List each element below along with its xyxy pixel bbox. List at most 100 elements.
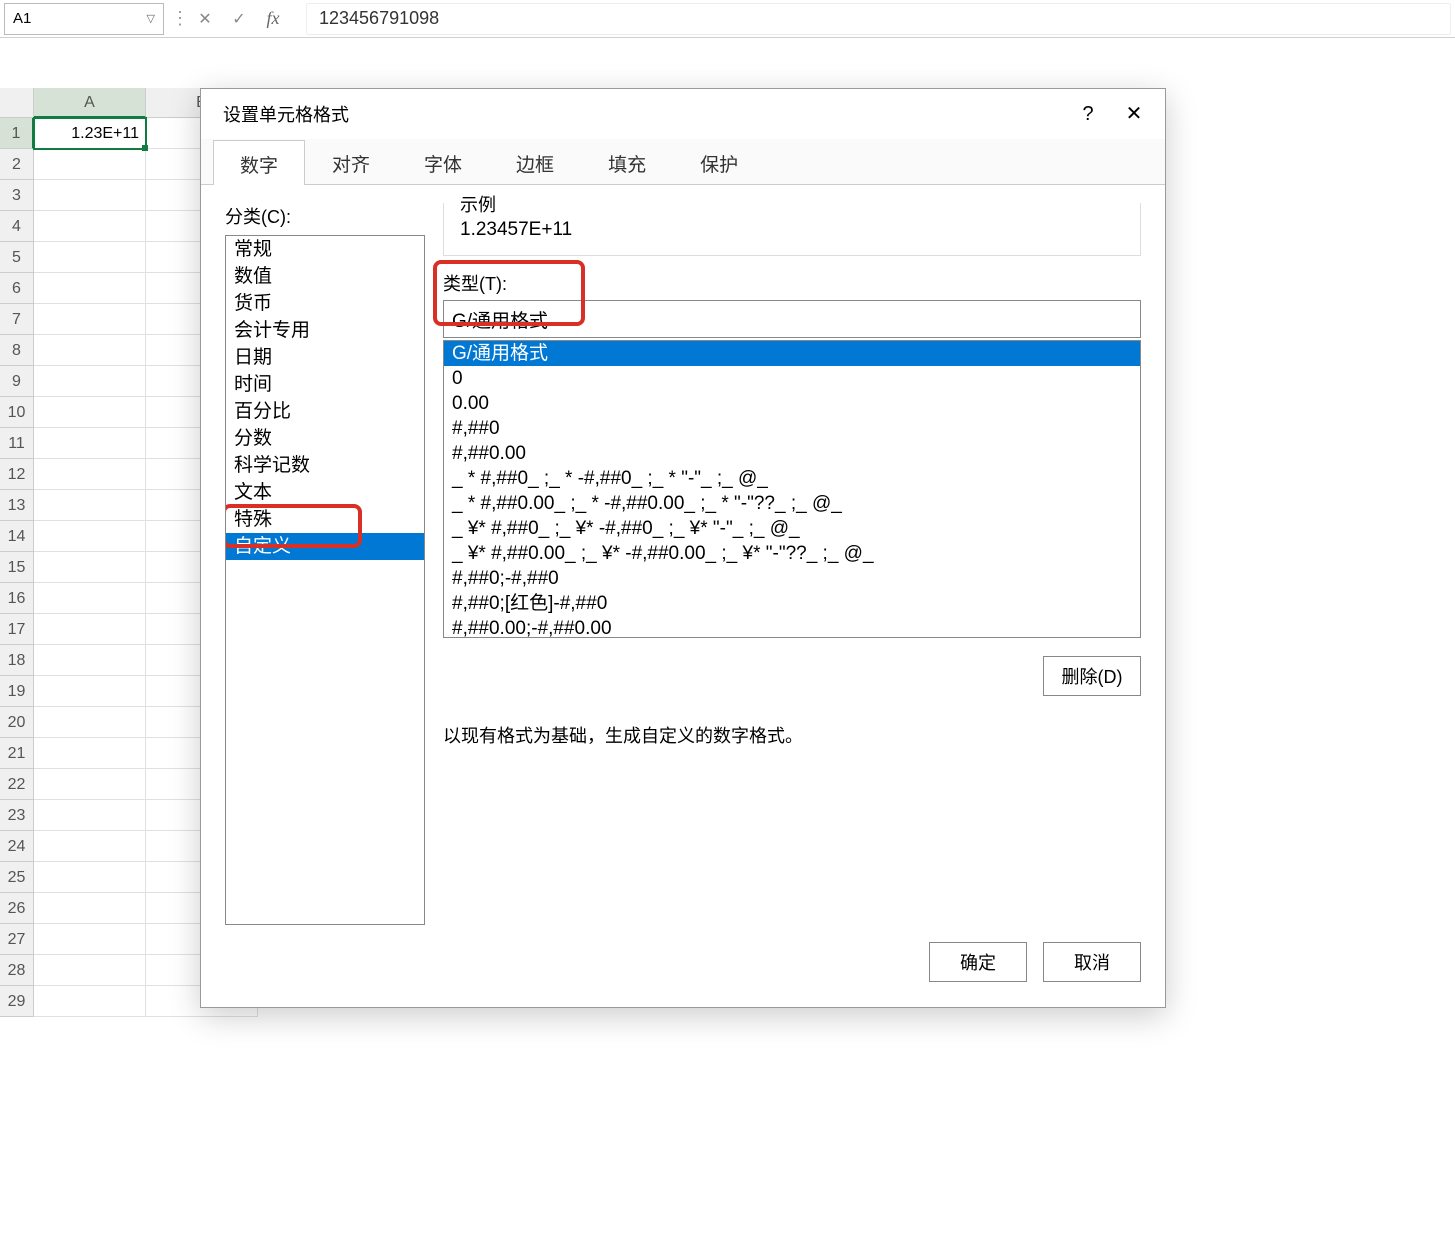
type-input[interactable] [443,300,1141,338]
format-item[interactable]: G/通用格式 [444,341,1140,366]
category-item[interactable]: 特殊 [226,506,424,533]
category-item[interactable]: 自定义 [226,533,424,560]
cell[interactable] [34,428,146,459]
row-header-8[interactable]: 8 [0,335,34,366]
row-header-15[interactable]: 15 [0,552,34,583]
category-item[interactable]: 会计专用 [226,317,424,344]
cell[interactable] [34,831,146,862]
row-header-18[interactable]: 18 [0,645,34,676]
cell[interactable] [34,583,146,614]
category-item[interactable]: 文本 [226,479,424,506]
format-item[interactable]: _ * #,##0.00_ ;_ * -#,##0.00_ ;_ * "-"??… [444,491,1140,516]
close-button[interactable]: ✕ [1111,94,1157,134]
cell[interactable] [34,955,146,986]
row-header-9[interactable]: 9 [0,366,34,397]
format-list[interactable]: G/通用格式00.00#,##0#,##0.00_ * #,##0_ ;_ * … [443,340,1141,638]
tab-2[interactable]: 字体 [397,139,489,184]
row-header-24[interactable]: 24 [0,831,34,862]
row-header-2[interactable]: 2 [0,149,34,180]
row-header-7[interactable]: 7 [0,304,34,335]
help-button[interactable]: ? [1065,94,1111,134]
row-header-28[interactable]: 28 [0,955,34,986]
category-item[interactable]: 时间 [226,371,424,398]
cell[interactable] [34,614,146,645]
format-item[interactable]: 0.00 [444,391,1140,416]
cell[interactable] [34,769,146,800]
row-header-10[interactable]: 10 [0,397,34,428]
row-header-23[interactable]: 23 [0,800,34,831]
format-item[interactable]: _ ¥* #,##0.00_ ;_ ¥* -#,##0.00_ ;_ ¥* "-… [444,541,1140,566]
row-header-5[interactable]: 5 [0,242,34,273]
row-header-26[interactable]: 26 [0,893,34,924]
row-header-16[interactable]: 16 [0,583,34,614]
row-header-13[interactable]: 13 [0,490,34,521]
tab-0[interactable]: 数字 [213,140,305,185]
cell[interactable] [34,986,146,1017]
format-item[interactable]: 0 [444,366,1140,391]
row-header-11[interactable]: 11 [0,428,34,459]
format-item[interactable]: _ * #,##0_ ;_ * -#,##0_ ;_ * "-"_ ;_ @_ [444,466,1140,491]
cell[interactable] [34,149,146,180]
category-item[interactable]: 分数 [226,425,424,452]
format-item[interactable]: #,##0.00;-#,##0.00 [444,616,1140,638]
format-item[interactable]: #,##0;[红色]-#,##0 [444,591,1140,616]
row-header-1[interactable]: 1 [0,118,34,149]
cell[interactable] [34,490,146,521]
row-header-19[interactable]: 19 [0,676,34,707]
row-header-6[interactable]: 6 [0,273,34,304]
row-header-21[interactable]: 21 [0,738,34,769]
cell[interactable] [34,645,146,676]
cell[interactable] [34,211,146,242]
cell[interactable] [34,552,146,583]
cell[interactable] [34,459,146,490]
format-item[interactable]: #,##0.00 [444,441,1140,466]
cell[interactable] [34,521,146,552]
row-header-12[interactable]: 12 [0,459,34,490]
tab-3[interactable]: 边框 [489,139,581,184]
cell[interactable] [34,335,146,366]
formula-input[interactable]: 123456791098 [306,3,1451,35]
cell[interactable] [34,862,146,893]
row-header-20[interactable]: 20 [0,707,34,738]
ok-button[interactable]: 确定 [929,942,1027,982]
accept-icon[interactable]: ✓ [228,9,250,29]
cancel-button[interactable]: 取消 [1043,942,1141,982]
fx-icon[interactable]: fx [262,8,284,29]
col-header-A[interactable]: A [34,88,146,118]
category-item[interactable]: 日期 [226,344,424,371]
tab-5[interactable]: 保护 [673,139,765,184]
cell[interactable] [34,676,146,707]
category-item[interactable]: 数值 [226,263,424,290]
cell[interactable] [34,304,146,335]
tab-4[interactable]: 填充 [581,139,673,184]
row-header-29[interactable]: 29 [0,986,34,1017]
cell[interactable] [34,924,146,955]
cell[interactable]: 1.23E+11 [34,118,146,149]
format-item[interactable]: #,##0;-#,##0 [444,566,1140,591]
row-header-22[interactable]: 22 [0,769,34,800]
tab-1[interactable]: 对齐 [305,139,397,184]
category-item[interactable]: 科学记数 [226,452,424,479]
cell[interactable] [34,707,146,738]
cell[interactable] [34,800,146,831]
name-box[interactable]: A1 ▽ [4,3,164,35]
cell[interactable] [34,397,146,428]
row-header-14[interactable]: 14 [0,521,34,552]
cancel-icon[interactable]: ✕ [194,9,216,29]
cell[interactable] [34,893,146,924]
cell[interactable] [34,738,146,769]
select-all-corner[interactable] [0,88,34,118]
row-header-17[interactable]: 17 [0,614,34,645]
cell[interactable] [34,366,146,397]
category-item[interactable]: 百分比 [226,398,424,425]
cell[interactable] [34,242,146,273]
delete-button[interactable]: 删除(D) [1043,656,1141,696]
category-item[interactable]: 常规 [226,236,424,263]
chevron-down-icon[interactable]: ▽ [147,12,155,25]
row-header-3[interactable]: 3 [0,180,34,211]
category-list[interactable]: 常规数值货币会计专用日期时间百分比分数科学记数文本特殊自定义 [225,235,425,925]
format-item[interactable]: #,##0 [444,416,1140,441]
row-header-25[interactable]: 25 [0,862,34,893]
format-item[interactable]: _ ¥* #,##0_ ;_ ¥* -#,##0_ ;_ ¥* "-"_ ;_ … [444,516,1140,541]
cell[interactable] [34,273,146,304]
